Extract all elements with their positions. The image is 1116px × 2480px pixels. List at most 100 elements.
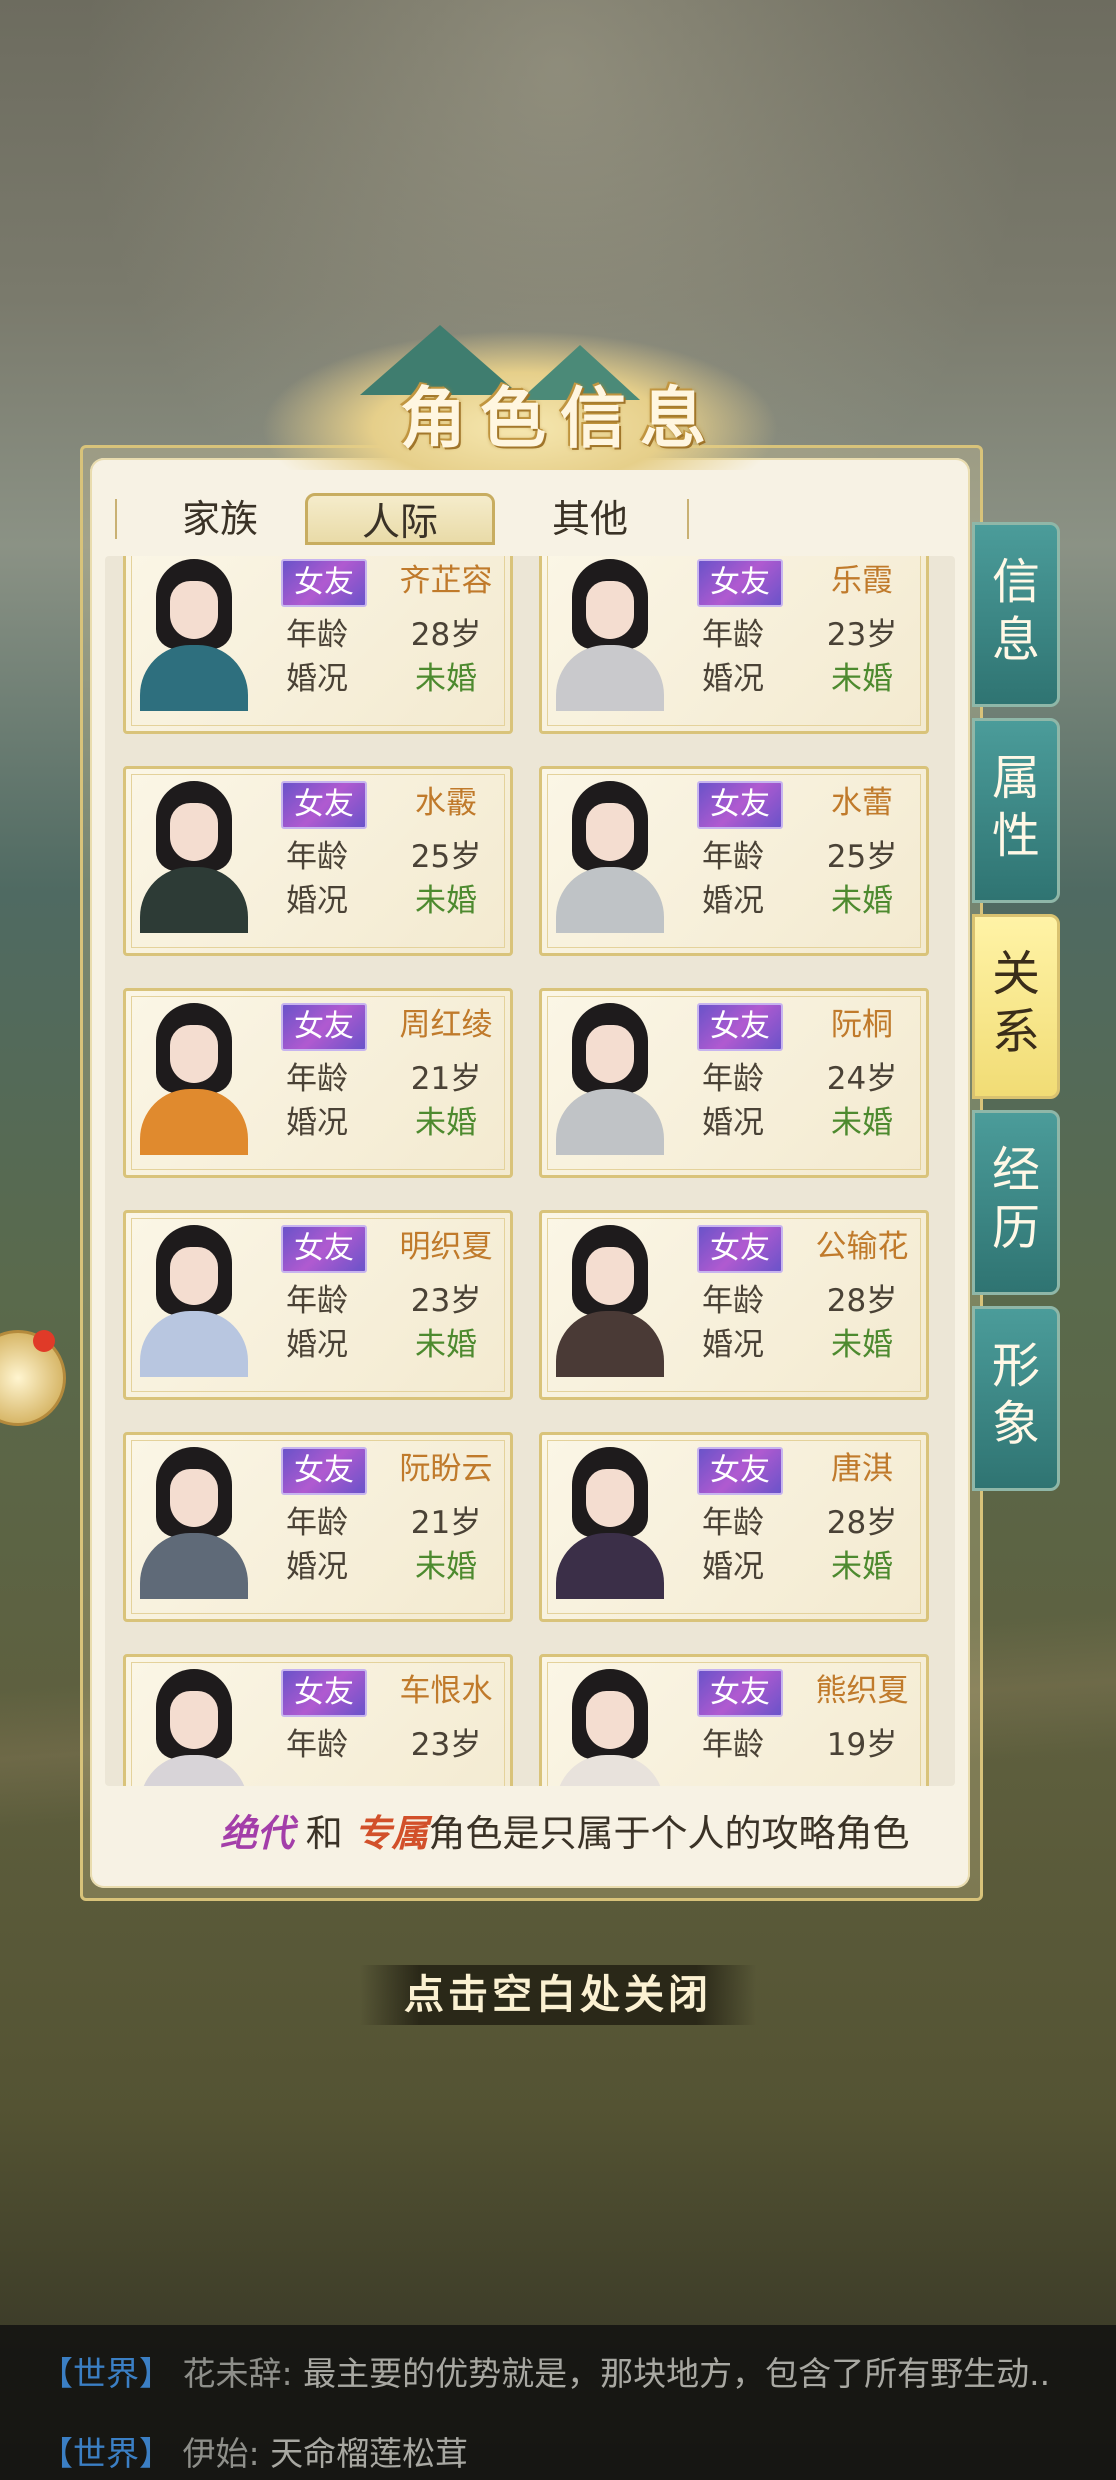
age-value: 23岁 <box>410 1283 482 1319</box>
chat-user[interactable]: 伊始: <box>183 2434 260 2473</box>
character-name: 水蕾 <box>831 785 893 821</box>
footnote-text: 角色是只属于个人的攻略角色 <box>428 1812 910 1855</box>
character-card[interactable]: 女友 阮桐 年龄 24岁 婚况 未婚 <box>539 988 929 1178</box>
chat-panel[interactable]: 【世界】 花未辞: 最主要的优势就是，那块地方，包含了所有野生动.. 【世界】 … <box>0 2325 1116 2480</box>
portrait-face <box>586 1691 634 1749</box>
relation-badge: 女友 <box>697 781 783 829</box>
character-card[interactable]: 女友 唐淇 年龄 28岁 婚况 未婚 <box>539 1432 929 1622</box>
age-label: 年龄 <box>702 1061 764 1097</box>
character-portrait <box>134 1665 254 1786</box>
side-tab-attributes[interactable]: 属性 <box>972 718 1060 903</box>
marital-value: 未婚 <box>415 883 477 919</box>
portrait-face <box>586 1469 634 1527</box>
notification-dot-icon <box>33 1330 55 1352</box>
age-value: 28岁 <box>826 1283 898 1319</box>
marital-value: 未婚 <box>415 1549 477 1585</box>
character-card[interactable]: 女友 车恨水 年龄 23岁 <box>123 1654 513 1786</box>
close-hint[interactable]: 点击空白处关闭 <box>360 1965 756 2025</box>
character-name: 车恨水 <box>399 1673 493 1709</box>
character-card[interactable]: 女友 水霰 年龄 25岁 婚况 未婚 <box>123 766 513 956</box>
age-value: 24岁 <box>826 1061 898 1097</box>
marital-value: 未婚 <box>831 1549 893 1585</box>
marital-label: 婚况 <box>702 661 764 697</box>
age-label: 年龄 <box>286 617 348 653</box>
age-value: 28岁 <box>410 617 482 653</box>
marital-label: 婚况 <box>702 883 764 919</box>
portrait-face <box>170 1247 218 1305</box>
portrait-face <box>586 1247 634 1305</box>
portrait-outfit <box>140 1311 248 1377</box>
age-label: 年龄 <box>702 1505 764 1541</box>
portrait-outfit <box>556 1533 664 1599</box>
character-card[interactable]: 女友 明织夏 年龄 23岁 婚况 未婚 <box>123 1210 513 1400</box>
age-value: 21岁 <box>410 1061 482 1097</box>
side-tab-label: 信息 <box>991 554 1040 668</box>
footnote: 绝代 和 专属角色是只属于个人的攻略角色 <box>220 1803 920 1855</box>
character-card[interactable]: 女友 乐霞 年龄 23岁 婚况 未婚 <box>539 556 929 734</box>
tab-other[interactable]: 其他 <box>495 493 685 545</box>
age-label: 年龄 <box>286 1283 348 1319</box>
relation-badge: 女友 <box>697 1225 783 1273</box>
character-name: 齐芷容 <box>399 563 493 599</box>
age-value: 19岁 <box>826 1727 898 1763</box>
character-card[interactable]: 女友 阮盼云 年龄 21岁 婚况 未婚 <box>123 1432 513 1622</box>
character-name: 乐霞 <box>831 563 893 599</box>
portrait-outfit <box>556 1311 664 1377</box>
tab-divider <box>115 499 117 539</box>
chat-message: 天命榴莲松茸 <box>270 2434 469 2473</box>
character-portrait <box>550 999 670 1155</box>
portrait-face <box>586 581 634 639</box>
marital-value: 未婚 <box>831 883 893 919</box>
character-card[interactable]: 女友 公输花 年龄 28岁 婚况 未婚 <box>539 1210 929 1400</box>
marital-label: 婚况 <box>702 1549 764 1585</box>
chat-channel: 【世界】 <box>40 2354 172 2393</box>
relation-badge: 女友 <box>697 559 783 607</box>
age-label: 年龄 <box>286 1061 348 1097</box>
age-value: 21岁 <box>410 1505 482 1541</box>
character-portrait <box>134 777 254 933</box>
chat-line: 【世界】 伊始: 天命榴莲松茸 <box>40 2427 1110 2475</box>
age-value: 23岁 <box>826 617 898 653</box>
character-card[interactable]: 女友 熊织夏 年龄 19岁 <box>539 1654 929 1786</box>
age-label: 年龄 <box>702 617 764 653</box>
character-portrait <box>134 1221 254 1377</box>
portrait-outfit <box>140 1533 248 1599</box>
side-tab-appearance[interactable]: 形象 <box>972 1306 1060 1491</box>
chat-channel: 【世界】 <box>40 2434 172 2473</box>
portrait-outfit <box>140 867 248 933</box>
marital-value: 未婚 <box>415 1105 477 1141</box>
portrait-face <box>170 803 218 861</box>
side-tab-relations[interactable]: 关系 <box>972 914 1060 1099</box>
character-portrait <box>550 556 670 711</box>
tab-family[interactable]: 家族 <box>125 493 315 545</box>
age-value: 28岁 <box>826 1505 898 1541</box>
portrait-face <box>170 581 218 639</box>
character-portrait <box>550 777 670 933</box>
side-tab-label: 经历 <box>991 1142 1040 1256</box>
character-card[interactable]: 女友 水蕾 年龄 25岁 婚况 未婚 <box>539 766 929 956</box>
portrait-outfit <box>556 867 664 933</box>
relation-badge: 女友 <box>281 1669 367 1717</box>
marital-label: 婚况 <box>286 883 348 919</box>
portrait-face <box>586 803 634 861</box>
relationship-list[interactable]: 女友 齐芷容 年龄 28岁 婚况 未婚 女友 乐霞 年龄 23岁 婚况 未婚 女友 水霰 年龄 25岁 婚况 未婚… <box>105 556 955 1786</box>
portrait-outfit <box>556 645 664 711</box>
marital-value: 未婚 <box>415 1327 477 1363</box>
marital-label: 婚况 <box>702 1327 764 1363</box>
character-name: 公输花 <box>815 1229 909 1265</box>
chat-user[interactable]: 花未辞: <box>183 2354 293 2393</box>
relation-badge: 女友 <box>281 781 367 829</box>
side-tab-history[interactable]: 经历 <box>972 1110 1060 1295</box>
character-portrait <box>134 999 254 1155</box>
panel-title: 角色信息 <box>400 379 720 457</box>
age-label: 年龄 <box>702 1283 764 1319</box>
portrait-outfit <box>140 645 248 711</box>
character-portrait <box>550 1443 670 1599</box>
character-card[interactable]: 女友 周红绫 年龄 21岁 婚况 未婚 <box>123 988 513 1178</box>
tab-social[interactable]: 人际 <box>305 493 495 545</box>
character-name: 水霰 <box>415 785 477 821</box>
portrait-outfit <box>556 1755 664 1786</box>
character-card[interactable]: 女友 齐芷容 年龄 28岁 婚况 未婚 <box>123 556 513 734</box>
marital-label: 婚况 <box>286 1327 348 1363</box>
side-tab-info[interactable]: 信息 <box>972 522 1060 707</box>
